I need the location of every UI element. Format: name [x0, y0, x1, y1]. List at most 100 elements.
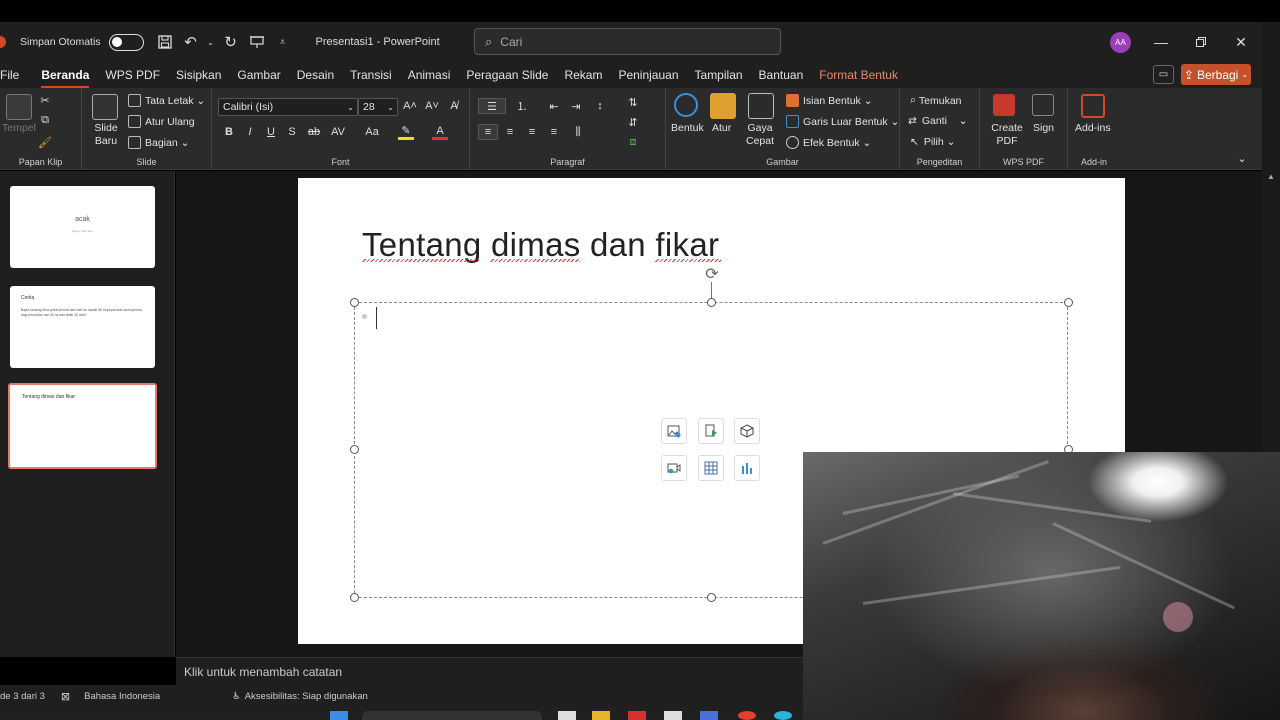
close-icon[interactable]: ✕ — [1228, 30, 1254, 54]
redo-icon[interactable]: ↻ — [220, 31, 242, 53]
save-icon[interactable] — [154, 31, 176, 53]
arrange-button[interactable]: Atur — [712, 122, 731, 134]
comments-icon[interactable]: ▭ — [1153, 65, 1174, 84]
resize-handle-ne[interactable] — [1064, 298, 1073, 307]
media-app-icon[interactable] — [628, 711, 646, 720]
quick-styles-icon[interactable] — [748, 93, 774, 119]
resize-handle-nw[interactable] — [350, 298, 359, 307]
justify-icon[interactable]: ≡ — [546, 124, 562, 140]
resize-handle-sw[interactable] — [350, 593, 359, 602]
columns-icon[interactable]: ⫼ — [570, 124, 586, 140]
sign-button[interactable]: Sign — [1033, 122, 1054, 134]
minimize-icon[interactable]: — — [1148, 30, 1174, 54]
resize-handle-w[interactable] — [350, 445, 359, 454]
addins-icon[interactable] — [1081, 94, 1105, 118]
scroll-up-icon[interactable]: ▲ — [1267, 172, 1275, 181]
replace-button[interactable]: ⇄ Ganti ⌄ — [908, 115, 967, 127]
accessibility-status[interactable]: Aksesibilitas: Siap digunakan — [245, 691, 368, 702]
chrome-icon[interactable] — [738, 711, 756, 720]
highlight-icon[interactable]: ✎ — [398, 124, 414, 140]
smartart-icon[interactable]: ⧈ — [625, 134, 641, 150]
new-slide-icon[interactable] — [92, 94, 118, 120]
share-button[interactable]: ⇪ Berbagi ⌄ — [1181, 64, 1251, 85]
file-explorer-icon[interactable] — [592, 711, 610, 720]
shape-effects-button[interactable]: Efek Bentuk ⌄ — [786, 136, 871, 149]
strikethrough-icon[interactable]: ab — [306, 124, 322, 140]
sign-icon[interactable] — [1032, 94, 1054, 116]
new-slide-button[interactable]: Slide Baru — [94, 122, 118, 148]
insert-chart-icon[interactable] — [734, 455, 760, 481]
tab-rekam[interactable]: Rekam — [564, 68, 602, 82]
tab-desain[interactable]: Desain — [297, 68, 334, 82]
resize-handle-s[interactable] — [707, 593, 716, 602]
proofing-icon[interactable]: ⊠ — [61, 690, 70, 703]
undo-dropdown-icon[interactable]: ⌄ — [206, 31, 216, 53]
bullets-icon[interactable]: ☰ — [478, 98, 506, 114]
tab-bantuan[interactable]: Bantuan — [759, 68, 804, 82]
edge-icon[interactable] — [774, 711, 792, 720]
underline-icon[interactable]: U — [263, 124, 279, 140]
resize-handle-n[interactable] — [707, 298, 716, 307]
taskbar-search-icon[interactable] — [362, 711, 542, 720]
reset-button[interactable]: Atur Ulang — [128, 115, 195, 128]
character-spacing-icon[interactable]: AV — [330, 124, 346, 140]
shrink-font-icon[interactable]: A˅ — [424, 98, 440, 114]
font-family-select[interactable]: Calibri (Isi) ⌄ — [218, 98, 358, 116]
select-button[interactable]: ↖ Pilih ⌄ — [910, 136, 955, 148]
slide-thumbnail-1[interactable]: acak Fanny ditto ana — [10, 186, 155, 268]
tab-gambar[interactable]: Gambar — [237, 68, 280, 82]
paste-label[interactable]: Tempel — [2, 122, 36, 134]
tab-tampilan[interactable]: Tampilan — [695, 68, 743, 82]
section-button[interactable]: Bagian ⌄ — [128, 136, 189, 149]
decrease-indent-icon[interactable]: ⇤ — [546, 98, 562, 114]
tab-format-bentuk[interactable]: Format Bentuk — [819, 68, 898, 82]
align-right-icon[interactable]: ≡ — [524, 124, 540, 140]
text-direction-icon[interactable]: ⇅ — [625, 94, 641, 110]
avatar[interactable]: AA — [1110, 32, 1131, 53]
start-icon[interactable] — [330, 711, 348, 720]
paste-icon[interactable] — [6, 94, 32, 120]
align-left-icon[interactable]: ≡ — [478, 124, 498, 140]
quick-styles-button[interactable]: Gaya Cepat — [743, 122, 777, 148]
create-pdf-icon[interactable] — [993, 94, 1015, 116]
shadow-icon[interactable]: S — [284, 124, 300, 140]
customize-toolbar-icon[interactable]: ⩡ — [272, 31, 294, 53]
tab-beranda[interactable]: Beranda — [41, 68, 90, 88]
shape-fill-button[interactable]: Isian Bentuk ⌄ — [786, 94, 873, 107]
copy-icon[interactable]: ⧉ — [37, 112, 53, 128]
format-painter-icon[interactable]: 🖌 — [37, 134, 53, 150]
restore-icon[interactable] — [1188, 30, 1214, 54]
tab-animasi[interactable]: Animasi — [408, 68, 451, 82]
find-button[interactable]: ⌕ Temukan — [910, 94, 962, 107]
font-size-select[interactable]: 28 ⌄ — [358, 98, 398, 116]
clear-formatting-icon[interactable]: A̸ — [446, 98, 462, 114]
present-icon[interactable] — [246, 31, 268, 53]
insert-icons-icon[interactable] — [698, 418, 724, 444]
language-status[interactable]: Bahasa Indonesia — [84, 691, 160, 702]
addins-button[interactable]: Add-ins — [1075, 122, 1111, 134]
layout-button[interactable]: Tata Letak ⌄ — [128, 94, 205, 107]
insert-table-icon[interactable] — [698, 455, 724, 481]
arrange-icon[interactable] — [710, 93, 736, 119]
grow-font-icon[interactable]: A˄ — [402, 98, 418, 114]
increase-indent-icon[interactable]: ⇥ — [568, 98, 584, 114]
bold-icon[interactable]: B — [221, 124, 237, 140]
undo-icon[interactable]: ↶ — [180, 31, 202, 53]
shapes-icon[interactable] — [674, 93, 698, 117]
numbering-icon[interactable]: ⒈ — [514, 98, 530, 114]
tab-sisipkan[interactable]: Sisipkan — [176, 68, 221, 82]
rotate-handle-icon[interactable]: ⟳ — [702, 264, 722, 284]
tab-wps-pdf[interactable]: WPS PDF — [105, 68, 160, 82]
tab-transisi[interactable]: Transisi — [350, 68, 392, 82]
app-icon[interactable] — [700, 711, 718, 720]
insert-video-icon[interactable] — [661, 455, 687, 481]
insert-picture-icon[interactable] — [661, 418, 687, 444]
align-text-icon[interactable]: ⇵ — [625, 114, 641, 130]
shapes-button[interactable]: Bentuk — [671, 122, 704, 134]
tab-peragaan-slide[interactable]: Peragaan Slide — [466, 68, 548, 82]
italic-icon[interactable]: I — [242, 124, 258, 140]
create-pdf-button[interactable]: Create PDF — [990, 122, 1024, 148]
insert-3d-model-icon[interactable] — [734, 418, 760, 444]
shape-outline-button[interactable]: Garis Luar Bentuk ⌄ — [786, 115, 899, 128]
align-center-icon[interactable]: ≡ — [502, 124, 518, 140]
